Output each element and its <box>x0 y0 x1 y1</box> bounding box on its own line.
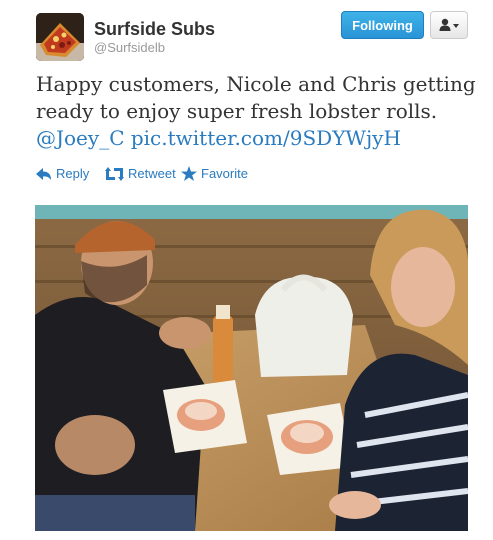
pic-link[interactable]: pic.twitter.com/9SDYWjyH <box>131 126 401 150</box>
tweet-text-line-2: ready to enjoy super fresh lobster rolls… <box>36 99 438 123</box>
reply-icon <box>36 168 51 180</box>
tweet-card: Surfside Subs @Surfsidelb Following Happ… <box>0 0 493 540</box>
retweet-label: Retweet <box>128 166 176 181</box>
mention-link[interactable]: @Joey_C <box>36 126 125 150</box>
user-dropdown-icon <box>439 18 459 31</box>
reply-label: Reply <box>56 166 90 181</box>
tweet-text: Happy customers, Nicole and Chris gettin… <box>36 71 476 152</box>
username[interactable]: @Surfsidelb <box>94 40 165 55</box>
display-name[interactable]: Surfside Subs <box>94 19 215 40</box>
retweet-icon <box>105 167 124 181</box>
tweet-text-line-1: Happy customers, Nicole and Chris gettin… <box>36 72 476 96</box>
attached-photo[interactable] <box>35 205 468 531</box>
restaurant-photo <box>35 205 468 531</box>
tweet-header: Surfside Subs @Surfsidelb Following <box>36 11 476 61</box>
favorite-action[interactable]: Favorite <box>181 164 248 184</box>
favorite-label: Favorite <box>201 166 248 181</box>
avatar[interactable] <box>36 13 84 61</box>
retweet-action[interactable]: Retweet <box>105 164 176 184</box>
following-button[interactable]: Following <box>341 11 424 39</box>
user-dropdown-button[interactable] <box>430 11 468 39</box>
star-icon <box>181 166 197 181</box>
pizza-avatar-image <box>36 13 84 61</box>
reply-action[interactable]: Reply <box>36 164 89 184</box>
tweet-text-line-3: @Joey_C pic.twitter.com/9SDYWjyH <box>36 125 476 152</box>
